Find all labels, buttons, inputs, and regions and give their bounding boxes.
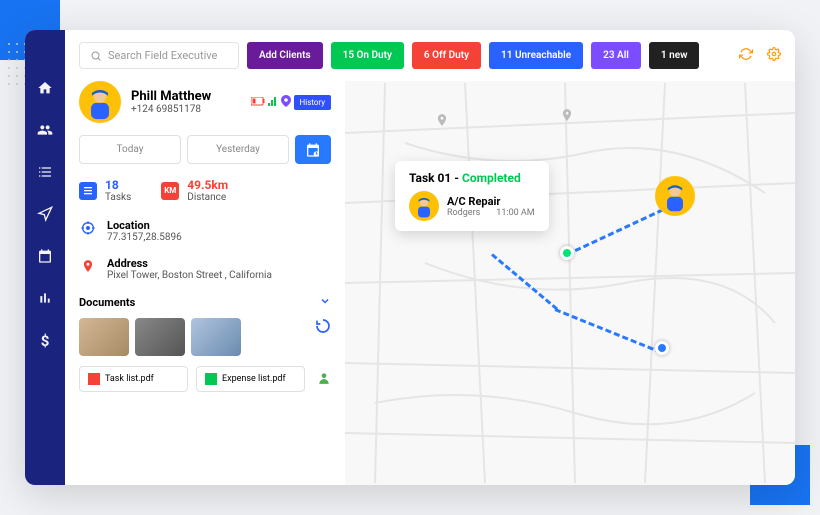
chevron-down-icon[interactable] — [319, 295, 331, 310]
popup-time: 11:00 AM — [496, 208, 534, 218]
popup-status: Completed — [462, 171, 521, 185]
crosshair-icon — [79, 219, 97, 237]
task-popup[interactable]: Task 01 - Completed A/C Repair Rodgers 1… — [395, 161, 549, 231]
dollar-icon[interactable]: $ — [41, 332, 50, 350]
app-window: $ Search Field Executive Add Clients 15 … — [25, 30, 795, 485]
tasks-icon — [79, 182, 97, 200]
list-icon[interactable] — [37, 164, 53, 184]
calendar-icon[interactable] — [37, 248, 53, 268]
stat-distance: KM 49.5km Distance — [161, 178, 228, 203]
new-button[interactable]: 1 new — [649, 42, 700, 69]
search-placeholder: Search Field Executive — [108, 49, 217, 62]
on-duty-button[interactable]: 15 On Duty — [331, 42, 404, 69]
users-icon[interactable] — [37, 122, 53, 142]
location-pin-icon — [281, 95, 291, 110]
map-pin-icon — [435, 111, 449, 133]
popup-job: A/C Repair — [447, 195, 535, 208]
distance-icon: KM — [161, 182, 179, 200]
date-tabs: Today Yesterday — [79, 135, 331, 164]
popup-customer: Rodgers — [447, 208, 480, 218]
doc-thumb[interactable] — [191, 318, 241, 356]
all-button[interactable]: 23 All — [591, 42, 641, 69]
map[interactable]: Task 01 - Completed A/C Repair Rodgers 1… — [345, 81, 795, 485]
profile-phone: +124 69851178 — [131, 104, 211, 115]
details-panel: Phill Matthew +124 69851178 History Toda… — [65, 81, 345, 485]
pdf-icon — [205, 373, 217, 385]
route-point-end — [655, 341, 669, 355]
person-icon[interactable] — [317, 371, 331, 388]
stat-tasks: 18 Tasks — [79, 178, 131, 203]
popup-avatar — [409, 191, 439, 221]
rotate-icon[interactable] — [315, 318, 331, 337]
chart-icon[interactable] — [37, 290, 53, 310]
distance-label: Distance — [187, 192, 228, 203]
battery-icon — [251, 96, 265, 109]
main-content: Search Field Executive Add Clients 15 On… — [65, 30, 795, 485]
tasks-label: Tasks — [105, 192, 131, 203]
history-button[interactable]: History — [294, 95, 331, 110]
topbar: Search Field Executive Add Clients 15 On… — [65, 30, 795, 81]
content: Phill Matthew +124 69851178 History Toda… — [65, 81, 795, 485]
location-label: Location — [107, 219, 182, 232]
distance-value: 49.5km — [187, 178, 228, 192]
map-user-avatar[interactable] — [655, 176, 695, 216]
settings-icon[interactable] — [767, 47, 781, 65]
doc-thumb[interactable] — [135, 318, 185, 356]
profile-name: Phill Matthew — [131, 89, 211, 104]
file-name: Expense list.pdf — [222, 374, 286, 384]
address-row: Address Pixel Tower, Boston Street , Cal… — [79, 257, 331, 281]
signal-icon — [268, 96, 278, 109]
pdf-icon — [88, 373, 100, 385]
avatar — [79, 81, 121, 123]
navigation-icon[interactable] — [37, 206, 53, 226]
document-thumbnails — [79, 318, 331, 356]
popup-task-id: Task 01 - — [409, 171, 459, 185]
search-icon — [90, 50, 102, 62]
file-task-list[interactable]: Task list.pdf — [79, 366, 188, 392]
address-pin-icon — [79, 257, 97, 275]
file-name: Task list.pdf — [105, 374, 154, 384]
search-input[interactable]: Search Field Executive — [79, 42, 239, 69]
address-value: Pixel Tower, Boston Street , California — [107, 270, 272, 281]
home-icon[interactable] — [37, 80, 53, 100]
route-point-start — [560, 246, 574, 260]
file-list: Task list.pdf Expense list.pdf — [79, 366, 331, 392]
tab-yesterday[interactable]: Yesterday — [187, 135, 289, 164]
sidebar: $ — [25, 30, 65, 485]
documents-title: Documents — [79, 296, 135, 309]
off-duty-button[interactable]: 6 Off Duty — [412, 42, 481, 69]
profile: Phill Matthew +124 69851178 History — [79, 81, 331, 123]
calendar-picker-button[interactable] — [295, 135, 331, 164]
location-row: Location 77.3157,28.5896 — [79, 219, 331, 243]
stats: 18 Tasks KM 49.5km Distance — [79, 178, 331, 203]
doc-thumb[interactable] — [79, 318, 129, 356]
location-value: 77.3157,28.5896 — [107, 232, 182, 243]
refresh-icon[interactable] — [739, 47, 753, 65]
file-expense-list[interactable]: Expense list.pdf — [196, 366, 305, 392]
map-pin-icon — [560, 106, 574, 128]
address-label: Address — [107, 257, 272, 270]
map-roads — [345, 81, 795, 485]
tasks-value: 18 — [105, 178, 131, 192]
tab-today[interactable]: Today — [79, 135, 181, 164]
documents-header: Documents — [79, 295, 331, 310]
unreachable-button[interactable]: 11 Unreachable — [489, 42, 583, 69]
add-clients-button[interactable]: Add Clients — [247, 42, 323, 69]
